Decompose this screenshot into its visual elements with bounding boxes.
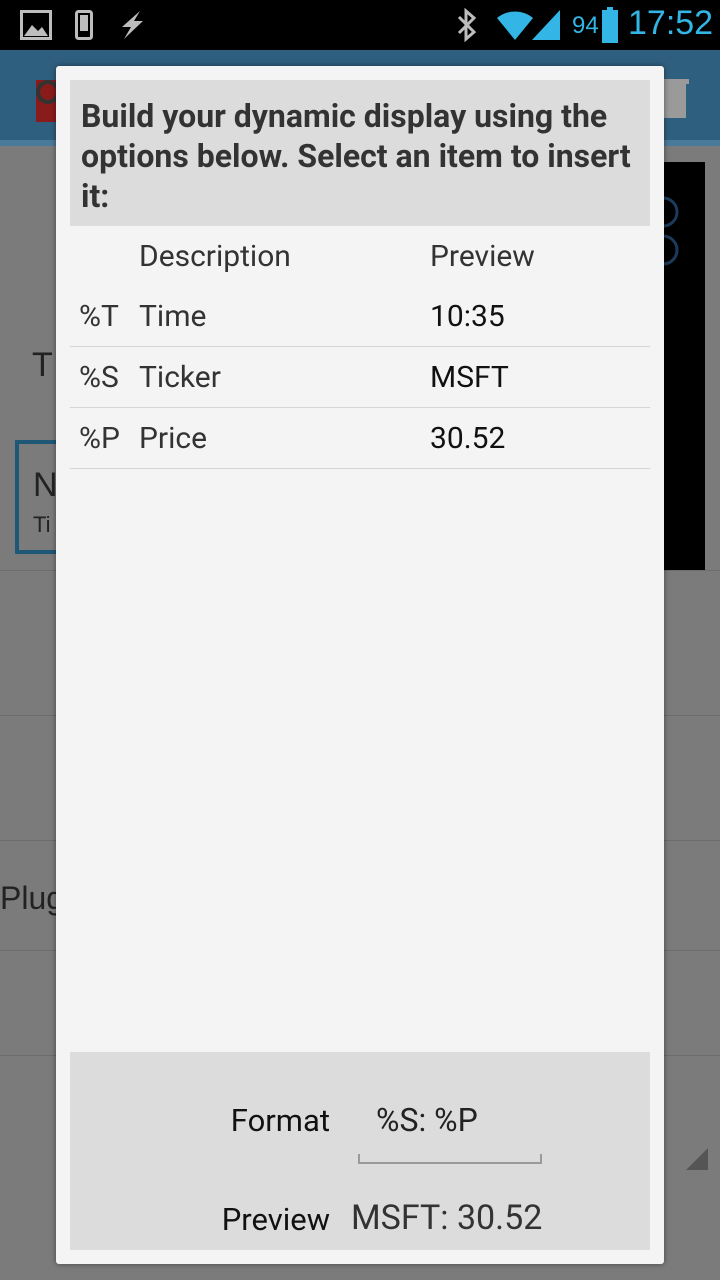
column-header-preview: Preview <box>430 238 535 274</box>
row-preview: 10:35 <box>430 298 505 334</box>
row-description: Price <box>139 420 207 456</box>
table-row-ticker[interactable]: %S Ticker MSFT <box>70 347 650 408</box>
options-table: Description Preview %T Time 10:35 %S Tic… <box>70 226 650 469</box>
dialog-header: Build your dynamic display using the opt… <box>70 80 650 226</box>
row-code: %T <box>79 298 119 334</box>
preview-label: Preview <box>221 1201 330 1238</box>
table-row-time[interactable]: %T Time 10:35 <box>70 286 650 347</box>
status-bar: 94 17:52 <box>0 0 720 50</box>
phone-notification-icon <box>75 10 93 40</box>
format-input[interactable]: %S: %P <box>358 1094 542 1164</box>
row-preview: 30.52 <box>430 420 506 456</box>
format-input-value[interactable]: %S: %P <box>376 1101 478 1139</box>
image-notification-icon <box>20 10 52 40</box>
wifi-icon <box>497 11 533 40</box>
table-row-price[interactable]: %P Price 30.52 <box>70 408 650 469</box>
table-header-row: Description Preview <box>70 226 650 286</box>
row-description: Ticker <box>139 359 221 395</box>
dialog-title: Build your dynamic display using the opt… <box>81 97 631 215</box>
corner-resize-icon <box>686 1148 708 1170</box>
background-card-subtitle: Ti <box>33 512 51 537</box>
background-label-t: T <box>32 346 53 384</box>
row-code: %P <box>79 420 120 456</box>
format-label: Format <box>230 1102 330 1139</box>
preview-value: MSFT: 30.52 <box>351 1198 543 1238</box>
background-label-plug: Plug <box>0 880 65 916</box>
row-preview: MSFT <box>430 359 509 395</box>
signal-strength-icon <box>532 10 560 40</box>
bluetooth-icon <box>457 8 477 42</box>
dynamic-display-dialog: Build your dynamic display using the opt… <box>56 66 664 1264</box>
background-card-title: N <box>33 466 58 504</box>
column-header-description: Description <box>139 238 291 274</box>
battery-icon <box>602 7 618 43</box>
battery-percent: 94 <box>572 12 599 39</box>
lightning-notification-icon <box>122 11 143 39</box>
trash-icon <box>661 79 689 118</box>
row-code: %S <box>79 359 119 395</box>
row-description: Time <box>139 298 207 334</box>
format-input-underline <box>358 1154 542 1164</box>
status-time: 17:52 <box>628 4 714 42</box>
dialog-footer: Format %S: %P Preview MSFT: 30.52 <box>70 1052 650 1250</box>
